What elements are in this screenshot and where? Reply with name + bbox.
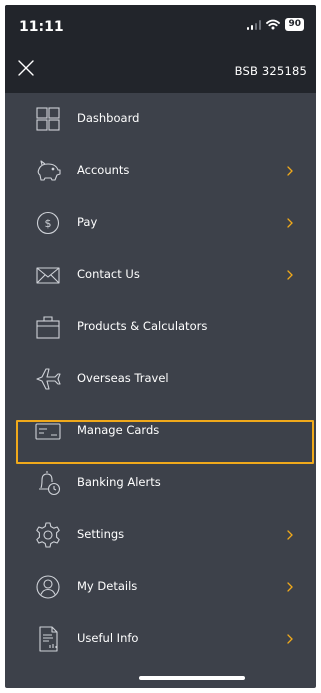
menu-item-label: Contact Us: [77, 267, 140, 281]
menu-item-label: Overseas Travel: [77, 371, 169, 385]
user-circle-icon: [36, 575, 60, 599]
menu-item-label: Banking Alerts: [77, 475, 161, 489]
menu-item-label: Settings: [77, 527, 125, 541]
menu-item-label: Pay: [77, 215, 98, 229]
cellular-signal-icon: [246, 19, 262, 30]
menu-item-accounts[interactable]: Accounts: [5, 145, 316, 197]
menu-item-pay[interactable]: $ Pay: [5, 197, 316, 249]
menu-item-overseas-travel[interactable]: Overseas Travel: [5, 353, 316, 405]
menu-item-useful-info[interactable]: Useful Info: [5, 613, 316, 665]
chevron-right-icon: [287, 530, 293, 540]
status-icons: 90: [246, 18, 304, 31]
menu-item-settings[interactable]: Settings: [5, 509, 316, 561]
chevron-right-icon: [287, 270, 293, 280]
bell-clock-icon: [39, 471, 61, 496]
chevron-right-icon: [287, 634, 293, 644]
chevron-right-icon: [287, 218, 293, 228]
briefcase-icon: [36, 316, 60, 339]
airplane-icon: [36, 368, 61, 390]
chevron-right-icon: [287, 582, 293, 592]
menu-item-label: My Details: [77, 579, 138, 593]
menu-item-my-details[interactable]: My Details: [5, 561, 316, 613]
gear-icon: [36, 522, 60, 548]
dollar-circle-icon: $: [36, 211, 60, 235]
status-bar: 11:11 90: [5, 5, 316, 43]
menu-item-products-calculators[interactable]: Products & Calculators: [5, 301, 316, 353]
navigation-drawer: 11:11 90 BSB 325185 Dashboard Accounts $…: [5, 5, 316, 688]
svg-text:$: $: [45, 217, 52, 230]
battery-icon: 90: [285, 18, 304, 31]
menu-item-label: Dashboard: [77, 111, 140, 125]
dashboard-grid-icon: [36, 107, 60, 131]
bsb-number: BSB 325185: [234, 64, 307, 78]
menu-item-manage-cards[interactable]: Manage Cards: [5, 405, 316, 457]
wifi-icon: [266, 19, 281, 30]
credit-card-icon: [35, 423, 61, 440]
menu-item-label: Accounts: [77, 163, 130, 177]
chevron-right-icon: [287, 166, 293, 176]
close-icon[interactable]: [15, 57, 37, 79]
status-time: 11:11: [19, 19, 64, 35]
menu-item-contact-us[interactable]: Contact Us: [5, 249, 316, 301]
home-indicator: [139, 676, 245, 680]
menu-item-banking-alerts[interactable]: Banking Alerts: [5, 457, 316, 509]
menu-item-dashboard[interactable]: Dashboard: [5, 93, 316, 145]
envelope-icon: [36, 267, 60, 284]
menu-item-label: Useful Info: [77, 631, 139, 645]
menu-item-label: Manage Cards: [77, 423, 160, 437]
document-info-icon: [39, 626, 58, 652]
piggy-bank-icon: [37, 160, 61, 181]
menu-item-label: Products & Calculators: [77, 319, 208, 333]
menu-list: Dashboard Accounts $ Pay Contact Us Prod…: [5, 93, 316, 665]
top-bar: BSB 325185: [5, 43, 316, 93]
